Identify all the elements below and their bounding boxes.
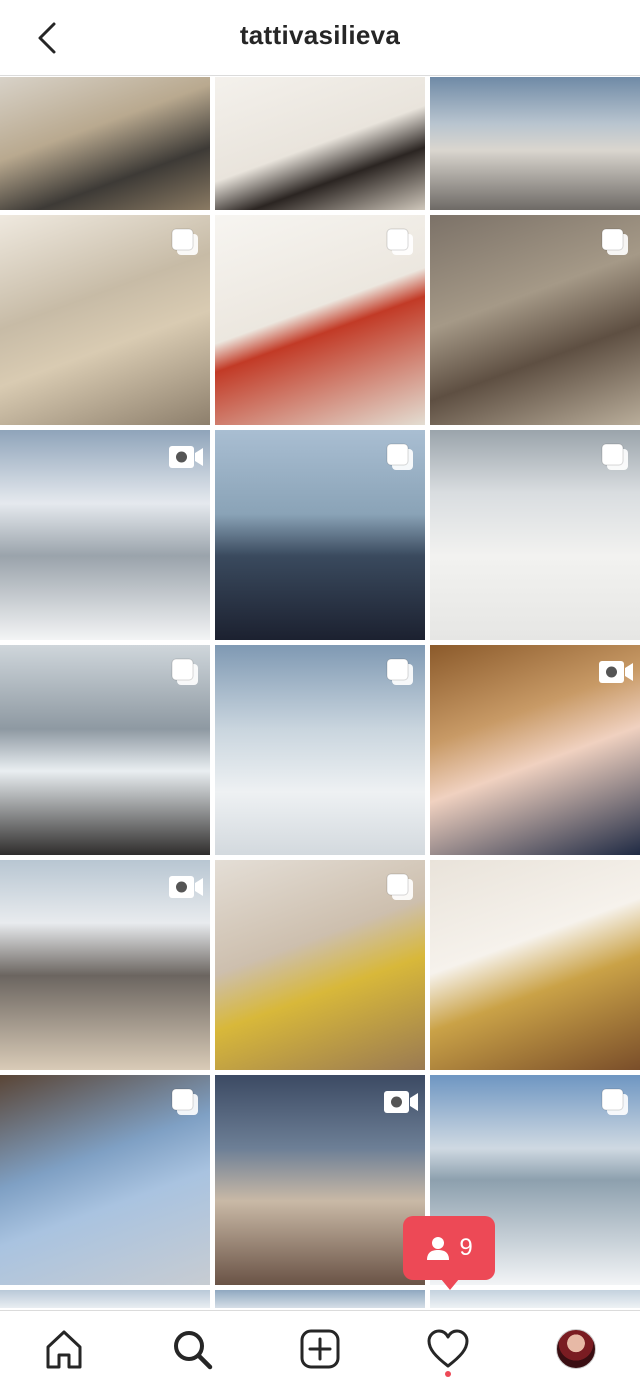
post-thumbnail[interactable] (0, 1290, 210, 1308)
post-thumbnail[interactable] (0, 77, 210, 210)
video-icon (168, 874, 204, 900)
home-icon (46, 1330, 82, 1369)
post-thumbnail[interactable] (430, 645, 640, 855)
video-icon (168, 444, 204, 470)
post-thumbnail[interactable] (215, 430, 425, 640)
post-thumbnail[interactable] (215, 1075, 425, 1285)
tab-home[interactable] (40, 1325, 88, 1373)
post-thumbnail[interactable] (430, 77, 640, 210)
post-thumbnail[interactable] (430, 1290, 640, 1308)
post-thumbnail[interactable] (430, 430, 640, 640)
carousel-icon (170, 1087, 200, 1117)
posts-grid (0, 77, 640, 1308)
post-thumbnail[interactable] (215, 645, 425, 855)
post-thumbnail[interactable] (215, 215, 425, 425)
tab-profile[interactable] (552, 1325, 600, 1373)
top-bar: tattivasilieva (0, 0, 640, 76)
post-thumbnail[interactable] (0, 645, 210, 855)
tab-search[interactable] (168, 1325, 216, 1373)
carousel-icon (170, 227, 200, 257)
video-icon (598, 659, 634, 685)
post-thumbnail[interactable] (0, 215, 210, 425)
profile-avatar (556, 1329, 596, 1369)
heart-icon (427, 1329, 469, 1368)
activity-indicator-dot (445, 1371, 451, 1377)
post-thumbnail[interactable] (215, 860, 425, 1070)
profile-username: tattivasilieva (239, 20, 401, 50)
carousel-icon (600, 1087, 630, 1117)
follower-notification-bubble[interactable]: 9 (403, 1216, 495, 1290)
carousel-icon (385, 227, 415, 257)
post-thumbnail[interactable] (0, 430, 210, 640)
person-icon (427, 1237, 450, 1260)
post-thumbnail[interactable] (0, 1075, 210, 1285)
tab-activity[interactable] (424, 1325, 472, 1373)
new-post-icon (300, 1329, 340, 1369)
post-thumbnail[interactable] (215, 1290, 425, 1308)
carousel-icon (385, 872, 415, 902)
video-icon (383, 1089, 419, 1115)
carousel-icon (385, 442, 415, 472)
tab-new-post[interactable] (296, 1325, 344, 1373)
carousel-icon (170, 657, 200, 687)
bottom-tab-bar (0, 1310, 640, 1386)
carousel-icon (600, 227, 630, 257)
search-icon (174, 1331, 213, 1370)
post-thumbnail[interactable] (215, 77, 425, 210)
post-thumbnail[interactable] (0, 860, 210, 1070)
carousel-icon (385, 657, 415, 687)
post-thumbnail[interactable] (430, 860, 640, 1070)
notification-count: 9 (459, 1234, 473, 1261)
carousel-icon (600, 442, 630, 472)
post-thumbnail[interactable] (430, 215, 640, 425)
